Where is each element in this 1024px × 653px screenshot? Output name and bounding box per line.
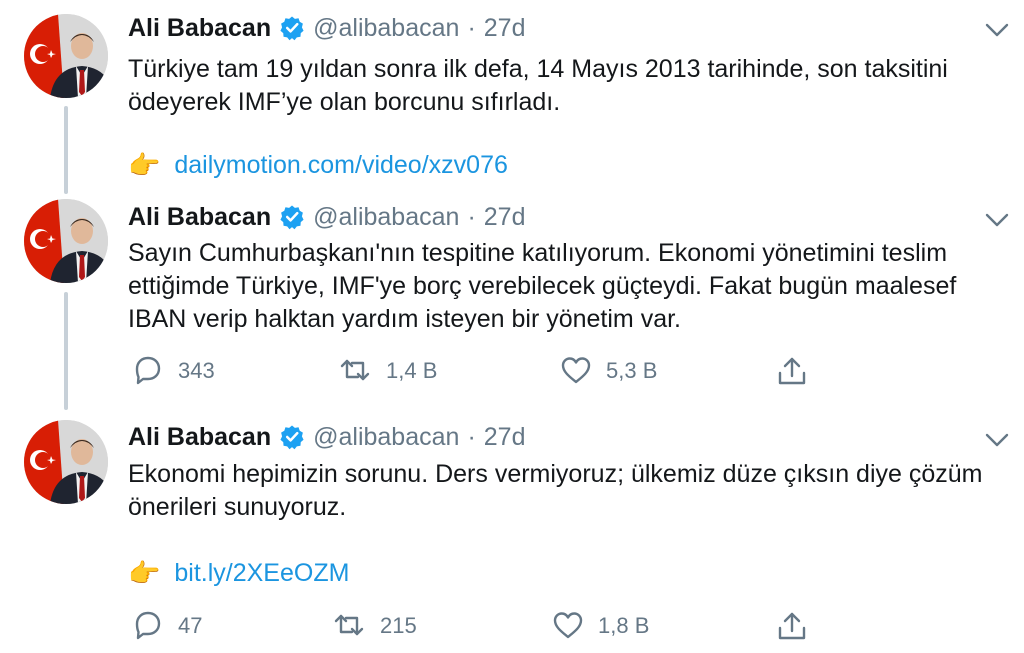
author-name[interactable]: Ali Babacan (128, 203, 271, 232)
author-handle[interactable]: @alibabacan (313, 423, 459, 452)
share-icon (778, 612, 806, 640)
tweet-text: Türkiye tam 19 yıldan sonra ilk defa, 14… (128, 53, 1008, 119)
like-button[interactable]: 1,8 B (552, 606, 649, 646)
tweet-link[interactable]: dailymotion.com/video/xzv076 (174, 149, 508, 182)
reply-button[interactable]: 343 (132, 351, 215, 391)
avatar[interactable] (24, 199, 108, 283)
retweet-count: 1,4 B (386, 358, 438, 383)
share-icon (778, 357, 806, 385)
avatar[interactable] (24, 420, 108, 504)
link-row: 👉 dailymotion.com/video/xzv076 (128, 149, 508, 182)
heart-icon (553, 612, 583, 639)
tweet-text-line: önerileri sunuyoruz. (128, 493, 347, 521)
tweet-text-line: Sayın Cumhurbaşkanı'nın tespitine katılı… (128, 239, 948, 267)
action-bar: 343 1,4 B 5,3 B (128, 351, 828, 391)
timestamp[interactable]: 27d (484, 423, 526, 452)
retweet-button[interactable]: 215 (332, 606, 417, 646)
reply-icon (135, 356, 161, 385)
reply-button[interactable]: 47 (132, 606, 202, 646)
tweet-text-line: Ekonomi hepimizin sorunu. Ders vermiyoru… (128, 460, 983, 488)
timestamp[interactable]: 27d (484, 203, 526, 232)
action-bar: 47 215 1,8 B (128, 606, 828, 646)
tweet[interactable]: Ali Babacan @alibabacan · 27d Türkiye ta… (0, 0, 1024, 195)
author-name[interactable]: Ali Babacan (128, 14, 271, 43)
tweet-text: Ekonomi hepimizin sorunu. Ders vermiyoru… (128, 458, 1008, 524)
share-button[interactable] (776, 606, 822, 646)
tweet[interactable]: Ali Babacan @alibabacan · 27d Sayın Cumh… (0, 195, 1024, 410)
reply-count: 343 (178, 358, 215, 383)
retweet-icon (334, 614, 364, 636)
like-count: 1,8 B (598, 613, 650, 638)
separator-dot: · (467, 13, 476, 42)
author-handle[interactable]: @alibabacan (313, 203, 459, 232)
pointing-hand-icon: 👉 (128, 150, 161, 180)
tweet-text-line: IBAN verip halktan yardım isteyen bir yö… (128, 305, 682, 333)
like-button[interactable]: 5,3 B (560, 351, 657, 391)
verified-badge-icon (279, 15, 305, 41)
tweet-header: Ali Babacan @alibabacan · 27d (128, 10, 525, 46)
heart-icon (561, 357, 591, 384)
tweet-link[interactable]: bit.ly/2XEeOZM (174, 557, 349, 590)
retweet-count: 215 (380, 613, 417, 638)
tweet-text: Sayın Cumhurbaşkanı'nın tespitine katılı… (128, 237, 1008, 336)
timestamp[interactable]: 27d (484, 14, 526, 43)
author-handle[interactable]: @alibabacan (313, 14, 459, 43)
avatar[interactable] (24, 14, 108, 98)
share-button[interactable] (776, 351, 822, 391)
tweet-text-line: ödeyerek IMF’ye olan borcunu sıfırladı. (128, 88, 561, 116)
like-count: 5,3 B (606, 358, 658, 383)
separator-dot: · (467, 422, 476, 451)
retweet-icon (340, 359, 370, 381)
tweet-text-line: ettiğimde Türkiye, IMF'ye borç verebilec… (128, 272, 957, 300)
separator-dot: · (467, 202, 476, 231)
tweet-header: Ali Babacan @alibabacan · 27d (128, 199, 525, 235)
retweet-button[interactable]: 1,4 B (338, 351, 437, 391)
tweet[interactable]: Ali Babacan @alibabacan · 27d Ekonomi he… (0, 410, 1024, 653)
chevron-down-icon[interactable] (984, 20, 1010, 40)
verified-badge-icon (279, 424, 305, 450)
reply-icon (135, 611, 161, 640)
tweet-text-line: Türkiye tam 19 yıldan sonra ilk defa, 14… (128, 55, 948, 83)
author-name[interactable]: Ali Babacan (128, 423, 271, 452)
reply-count: 47 (178, 613, 203, 638)
tweet-header: Ali Babacan @alibabacan · 27d (128, 419, 525, 455)
pointing-hand-icon: 👉 (128, 558, 161, 588)
chevron-down-icon[interactable] (984, 430, 1010, 450)
verified-badge-icon (279, 204, 305, 230)
link-row: 👉 bit.ly/2XEeOZM (128, 557, 349, 590)
chevron-down-icon[interactable] (984, 210, 1010, 230)
